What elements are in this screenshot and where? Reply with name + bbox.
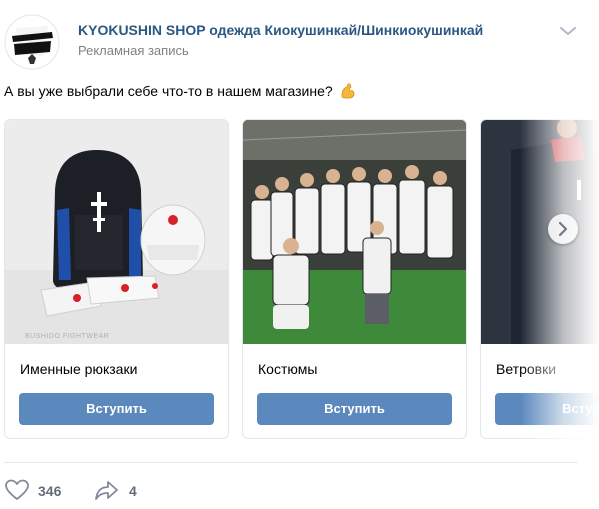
card-title: Именные рюкзаки [20,361,138,377]
carousel-card[interactable]: BUSHIDO FIGHTWEAR Именные рюкзаки Вступи… [4,119,229,439]
card-image-suits[interactable] [243,120,466,344]
kyokushin-shop-logo [4,14,60,70]
card-image-backpack[interactable]: BUSHIDO FIGHTWEAR [5,120,228,344]
avatar[interactable] [4,14,60,70]
carousel-card[interactable]: Костюмы Вступить [242,119,467,439]
post-header: KYOKUSHIN SHOP одежда Киокушинкай/Шинкио… [0,0,599,70]
card-title: Костюмы [258,361,318,377]
ad-label: Рекламная запись [78,43,189,58]
like-count: 346 [38,483,62,499]
card-image-windbreaker[interactable] [481,120,599,344]
flexed-biceps-emoji-icon [339,82,357,100]
post-text: А вы уже выбрали себе что-то в нашем маг… [4,82,357,100]
share-count: 4 [129,483,137,499]
join-button[interactable]: Вступить [495,393,599,425]
share-button[interactable]: 4 [94,476,154,506]
heart-icon [5,479,29,500]
post-text-content: А вы уже выбрали себе что-то в нашем маг… [4,83,333,99]
chevron-down-icon[interactable] [558,22,578,40]
join-button[interactable]: Вступить [19,393,214,425]
like-button[interactable]: 346 [4,476,74,506]
product-carousel: BUSHIDO FIGHTWEAR Именные рюкзаки Вступи… [0,118,599,442]
carousel-card[interactable]: Ветровки Вступить [480,119,599,439]
carousel-next-button[interactable] [548,214,578,244]
card-title: Ветровки [496,361,557,377]
image-watermark: BUSHIDO FIGHTWEAR [25,333,110,340]
chevron-right-icon [558,221,568,237]
share-arrow-icon [95,481,118,500]
page-title[interactable]: KYOKUSHIN SHOP одежда Киокушинкай/Шинкио… [78,22,483,38]
join-button[interactable]: Вступить [257,393,452,425]
divider [4,462,578,463]
